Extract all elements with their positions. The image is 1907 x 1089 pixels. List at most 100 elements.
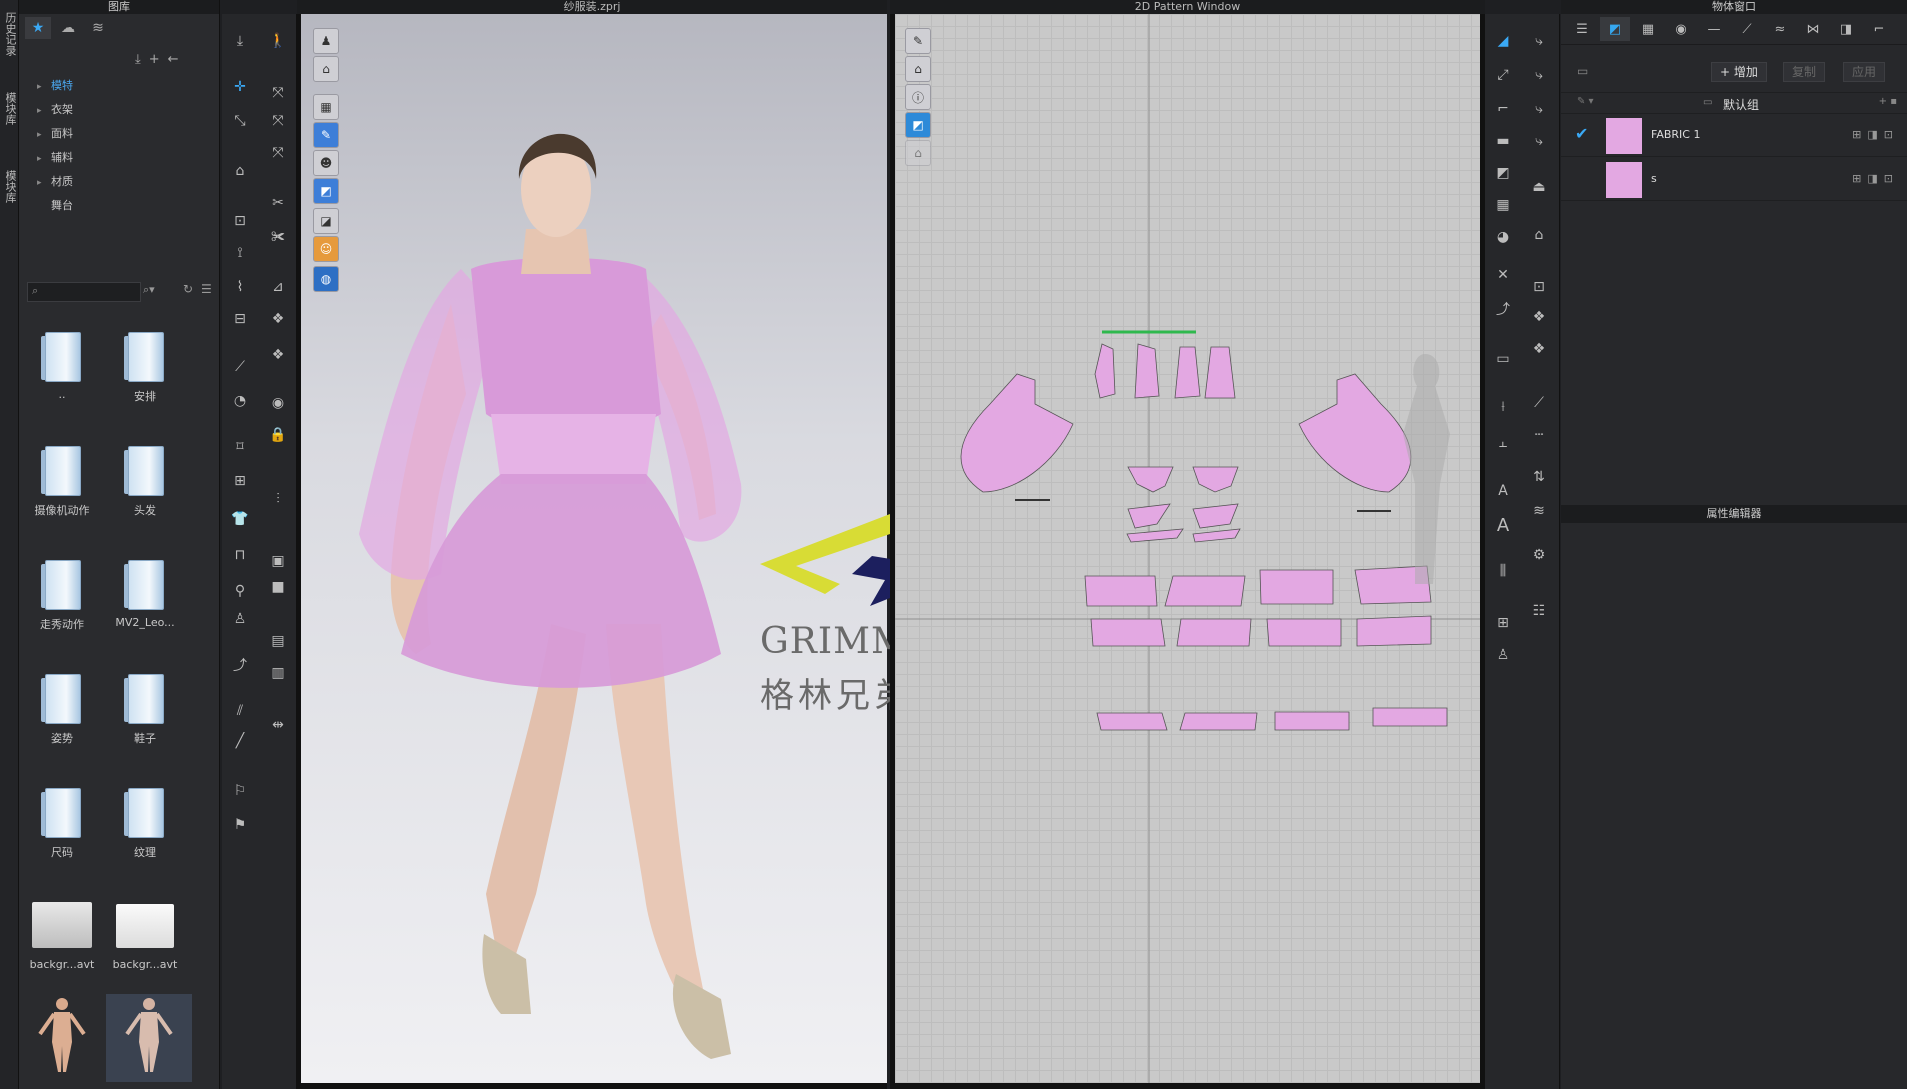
add-icon[interactable]: + bbox=[149, 52, 168, 67]
shirt-tuck-icon[interactable]: ⚑ bbox=[228, 814, 252, 836]
tree-item-fabrics[interactable]: ▸ 面料 bbox=[19, 122, 219, 146]
fit-tool-icon[interactable]: ⤴ bbox=[228, 654, 252, 676]
fabric-row-actions[interactable]: ⊞◨⊡ bbox=[1852, 172, 1899, 185]
split-arrows-icon[interactable]: ⇹ bbox=[266, 714, 290, 736]
pattern-combine-icon[interactable]: ⊞ bbox=[1491, 612, 1515, 634]
vertical-grid-icon[interactable]: ⫼ bbox=[1491, 560, 1515, 582]
trim-tool-icon[interactable]: ⚲ bbox=[228, 580, 252, 602]
folder-icon[interactable]: ▭ bbox=[1577, 64, 1588, 78]
shirt-fold-icon[interactable]: ⚐ bbox=[228, 780, 252, 802]
seam-tool-3-icon[interactable]: ⤷ bbox=[1527, 98, 1551, 120]
add-fabric-button[interactable]: + 增加 bbox=[1711, 62, 1767, 82]
library-item[interactable]: 安排 bbox=[102, 328, 188, 404]
trim-obj-icon[interactable]: ◨ bbox=[1831, 17, 1861, 41]
seam-tool-4-icon[interactable]: ⤷ bbox=[1527, 130, 1551, 152]
scissors-tool-icon[interactable]: ✀ bbox=[266, 226, 290, 248]
fill-tool-icon[interactable]: ■ bbox=[266, 576, 290, 598]
tab-modules-2[interactable]: 模块库 bbox=[1, 170, 17, 203]
library-item-avatar[interactable] bbox=[19, 994, 105, 1080]
dart-icon[interactable]: ◕ bbox=[1491, 226, 1515, 248]
library-item[interactable]: MV2_Leo... bbox=[102, 556, 188, 629]
clo-icon[interactable]: ≋ bbox=[85, 17, 111, 39]
seam-tool-2-icon[interactable]: ⤷ bbox=[1527, 64, 1551, 86]
needle-tool-2-icon[interactable]: ⤧ bbox=[266, 110, 290, 132]
pin-tool-icon[interactable]: ⊡ bbox=[228, 210, 252, 232]
tree-item-stage[interactable]: 舞台 bbox=[19, 194, 219, 218]
pattern-grid-2-icon[interactable]: ❖ bbox=[266, 344, 290, 366]
stack-icon[interactable]: ☷ bbox=[1527, 600, 1551, 622]
list-icon[interactable]: ☰ bbox=[1567, 17, 1597, 41]
needle-tool-icon[interactable]: ⤧ bbox=[266, 82, 290, 104]
tack-tool-icon[interactable]: ⟟ bbox=[228, 242, 252, 264]
library-item[interactable]: 纹理 bbox=[102, 784, 188, 860]
copy-fabric-button[interactable]: 复制 bbox=[1783, 62, 1826, 82]
library-item[interactable]: 头发 bbox=[102, 442, 188, 518]
avatar-measure-icon[interactable]: ⊞ bbox=[228, 470, 252, 492]
grid-pattern-icon[interactable]: ❖ bbox=[1527, 306, 1551, 328]
lock-icon[interactable]: 🔒 bbox=[266, 424, 290, 446]
fabric-row[interactable]: ✔ FABRIC 1 ⊞◨⊡ bbox=[1561, 114, 1907, 157]
garment-tool-icon[interactable]: ⌂ bbox=[228, 160, 252, 182]
segment-icon[interactable]: ✕ bbox=[1491, 264, 1515, 286]
pattern-grid-icon[interactable]: ❖ bbox=[266, 308, 290, 330]
tree-item-trims[interactable]: ▸ 辅料 bbox=[19, 146, 219, 170]
stitch-icon[interactable]: ⟋ bbox=[1732, 17, 1762, 41]
measure-tool-icon[interactable]: ⟋ bbox=[228, 356, 252, 378]
rectangle-icon[interactable]: ▬ bbox=[1491, 130, 1515, 152]
polygon-icon[interactable]: ◩ bbox=[1491, 162, 1515, 184]
zipper-icon[interactable]: ⫶ bbox=[266, 488, 290, 510]
tree-item-models[interactable]: ▸ 模特 bbox=[19, 74, 219, 98]
cloud-icon[interactable]: ☁ bbox=[55, 17, 81, 39]
line-tool-2d-icon[interactable]: ⟋ bbox=[1527, 392, 1551, 414]
walk-icon[interactable]: 🚶 bbox=[266, 30, 290, 52]
tape-icon[interactable]: ▭ bbox=[1491, 348, 1515, 370]
button-tool-icon[interactable]: ◉ bbox=[266, 392, 290, 414]
group-header[interactable]: ✎ ▾ ▭ 默认组 + ▪ bbox=[1561, 92, 1907, 114]
person-pin-icon[interactable]: ♙ bbox=[1491, 644, 1515, 666]
library-item[interactable]: 姿势 bbox=[19, 670, 105, 746]
tab-modules[interactable]: 模块库 bbox=[1, 92, 17, 125]
arrange-tool-icon[interactable]: ⊟ bbox=[228, 308, 252, 330]
measure-2d-icon[interactable]: ⟊ bbox=[1491, 396, 1515, 418]
line-tool-icon[interactable]: ╱ bbox=[228, 730, 252, 752]
sew-tool-icon[interactable]: ⊿ bbox=[266, 276, 290, 298]
dashed-line-icon[interactable]: ┄ bbox=[1527, 424, 1551, 446]
library-item-avatar-selected[interactable] bbox=[106, 994, 192, 1082]
library-search-input[interactable]: ⌕ bbox=[27, 282, 141, 302]
move-tool-icon[interactable]: ✛ bbox=[228, 76, 252, 98]
back-icon[interactable]: ← bbox=[168, 52, 187, 67]
pants-icon[interactable]: ⊓ bbox=[228, 544, 252, 566]
bow-icon[interactable]: ⋈ bbox=[1798, 17, 1828, 41]
ruler-2d-icon[interactable]: ⫠ bbox=[1491, 432, 1515, 454]
iron-icon[interactable]: ⏏ bbox=[1527, 176, 1551, 198]
list-view-icon[interactable]: ☰ bbox=[201, 282, 212, 296]
edit-curve-icon[interactable]: ⌐ bbox=[1491, 98, 1515, 120]
library-item[interactable]: 摄像机动作 bbox=[19, 442, 105, 518]
pattern-viewport[interactable]: ✎ ⌂ ⓘ ◩ ⌂ bbox=[895, 14, 1480, 1083]
transform-tool-icon[interactable]: ⌑ bbox=[228, 436, 252, 458]
tree-item-hangers[interactable]: ▸ 衣架 bbox=[19, 98, 219, 122]
ruler-tool-icon[interactable]: ⫽ bbox=[228, 700, 252, 722]
needle-tool-3-icon[interactable]: ⤧ bbox=[266, 142, 290, 164]
edit-pattern-icon[interactable]: ◢ bbox=[1491, 30, 1515, 52]
tree-item-materials[interactable]: ▸ 材质 bbox=[19, 170, 219, 194]
library-item[interactable]: .. bbox=[19, 328, 105, 401]
library-item[interactable]: 走秀动作 bbox=[19, 556, 105, 632]
topstitch-icon[interactable]: — bbox=[1699, 17, 1729, 41]
gear-group-icon[interactable]: ⚙ bbox=[1527, 544, 1551, 566]
shirt-2d-icon[interactable]: ⌂ bbox=[1527, 224, 1551, 246]
refresh-icon[interactable]: ↻ bbox=[183, 282, 193, 296]
curve-point-icon[interactable]: ⤴ bbox=[1491, 298, 1515, 320]
download-icon[interactable]: ⤓ bbox=[135, 52, 149, 67]
cut-tool-icon[interactable]: ✂ bbox=[266, 192, 290, 214]
search-filter-icon[interactable]: ⌕▾ bbox=[143, 283, 155, 297]
vertical-arrows-icon[interactable]: ⇅ bbox=[1527, 466, 1551, 488]
transform-pattern-icon[interactable]: ⤢ bbox=[1491, 64, 1515, 86]
text-tool-icon[interactable]: A bbox=[1491, 480, 1515, 502]
star-icon[interactable]: ★ bbox=[25, 17, 51, 39]
select-tool-icon[interactable]: ⤓ bbox=[228, 30, 252, 52]
checker-icon[interactable]: ▦ bbox=[1633, 17, 1663, 41]
button-2d-icon[interactable]: ⊡ bbox=[1527, 276, 1551, 298]
camera-tool-icon[interactable]: ◔ bbox=[228, 390, 252, 412]
library-item[interactable]: 鞋子 bbox=[102, 670, 188, 746]
